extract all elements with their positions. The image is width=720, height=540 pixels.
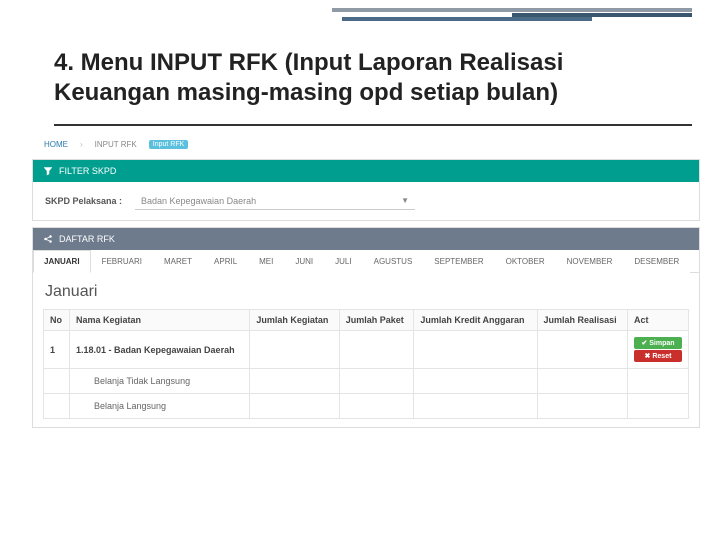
col-real: Jumlah Realisasi bbox=[537, 310, 627, 331]
col-paket: Jumlah Paket bbox=[339, 310, 414, 331]
input-kredit[interactable] bbox=[420, 374, 530, 388]
col-act: Act bbox=[628, 310, 689, 331]
tab-januari[interactable]: JANUARI bbox=[33, 250, 91, 273]
cell-no bbox=[44, 394, 70, 419]
active-month-title: Januari bbox=[43, 273, 689, 309]
cell-input bbox=[250, 394, 339, 419]
app-screenshot: HOME › INPUT RFK Input RFK FILTER SKPD S… bbox=[32, 136, 700, 428]
filter-icon bbox=[43, 166, 53, 176]
cell-input bbox=[414, 394, 537, 419]
tab-mei[interactable]: MEI bbox=[248, 250, 284, 273]
tab-oktober[interactable]: OKTOBER bbox=[495, 250, 556, 273]
month-tabs: JANUARI FEBRUARI MARET APRIL MEI JUNI JU… bbox=[33, 250, 699, 273]
cell-input bbox=[250, 369, 339, 394]
tab-september[interactable]: SEPTEMBER bbox=[423, 250, 494, 273]
cell-no: 1 bbox=[44, 331, 70, 369]
input-kredit[interactable] bbox=[420, 399, 530, 413]
share-icon bbox=[43, 234, 53, 244]
cell-act: ✔ Simpan ✖ Reset bbox=[628, 331, 689, 369]
col-kredit: Jumlah Kredit Anggaran bbox=[414, 310, 537, 331]
cell-input bbox=[339, 369, 414, 394]
tab-juli[interactable]: JULI bbox=[324, 250, 362, 273]
input-paket[interactable] bbox=[346, 374, 408, 388]
slide-decoration bbox=[292, 8, 692, 21]
cell-jmlkeg bbox=[250, 331, 339, 369]
crumb-badge: Input RFK bbox=[149, 140, 189, 149]
cell-input bbox=[339, 394, 414, 419]
table-header-row: No Nama Kegiatan Jumlah Kegiatan Jumlah … bbox=[44, 310, 689, 331]
col-jmlkeg: Jumlah Kegiatan bbox=[250, 310, 339, 331]
filter-panel: FILTER SKPD SKPD Pelaksana : Badan Kepeg… bbox=[32, 159, 700, 221]
col-nama: Nama Kegiatan bbox=[70, 310, 250, 331]
crumb-sep: › bbox=[80, 140, 83, 149]
reset-button[interactable]: ✖ Reset bbox=[634, 350, 682, 362]
tab-februari[interactable]: FEBRUARI bbox=[91, 250, 153, 273]
breadcrumb: HOME › INPUT RFK Input RFK bbox=[32, 136, 700, 153]
table-row: 1 1.18.01 - Badan Kepegawaian Daerah ✔ S… bbox=[44, 331, 689, 369]
table-row: Belanja Langsung bbox=[44, 394, 689, 419]
title-rule bbox=[54, 124, 692, 126]
tab-desember[interactable]: DESEMBER bbox=[623, 250, 690, 273]
cell-input bbox=[414, 369, 537, 394]
col-no: No bbox=[44, 310, 70, 331]
cell-no bbox=[44, 369, 70, 394]
tab-maret[interactable]: MARET bbox=[153, 250, 203, 273]
tab-november[interactable]: NOVEMBER bbox=[556, 250, 624, 273]
list-panel-head: DAFTAR RFK bbox=[33, 228, 699, 250]
cell-input bbox=[537, 369, 627, 394]
skpd-select-value: Badan Kepegawaian Daerah bbox=[141, 196, 256, 206]
crumb-page: INPUT RFK bbox=[89, 138, 143, 151]
input-jmlkeg[interactable] bbox=[256, 374, 332, 388]
skpd-select[interactable]: Badan Kepegawaian Daerah ▼ bbox=[135, 192, 415, 210]
cell-input bbox=[537, 394, 627, 419]
cell-sub2: Belanja Langsung bbox=[70, 394, 250, 419]
crumb-home[interactable]: HOME bbox=[38, 138, 74, 151]
tab-juni[interactable]: JUNI bbox=[284, 250, 324, 273]
list-panel-title: DAFTAR RFK bbox=[59, 234, 115, 244]
list-panel: DAFTAR RFK JANUARI FEBRUARI MARET APRIL … bbox=[32, 227, 700, 428]
chevron-down-icon: ▼ bbox=[401, 196, 409, 205]
input-real[interactable] bbox=[544, 399, 621, 413]
cell-act bbox=[628, 369, 689, 394]
cell-act bbox=[628, 394, 689, 419]
rfk-table: No Nama Kegiatan Jumlah Kegiatan Jumlah … bbox=[43, 309, 689, 419]
cell-paket bbox=[339, 331, 414, 369]
cell-sub1: Belanja Tidak Langsung bbox=[70, 369, 250, 394]
save-button[interactable]: ✔ Simpan bbox=[634, 337, 682, 349]
input-real[interactable] bbox=[544, 374, 621, 388]
cell-real bbox=[537, 331, 627, 369]
table-row: Belanja Tidak Langsung bbox=[44, 369, 689, 394]
cell-kredit bbox=[414, 331, 537, 369]
filter-panel-title: FILTER SKPD bbox=[59, 166, 116, 176]
tab-april[interactable]: APRIL bbox=[203, 250, 248, 273]
input-jmlkeg[interactable] bbox=[256, 399, 332, 413]
cell-nama: 1.18.01 - Badan Kepegawaian Daerah bbox=[70, 331, 250, 369]
input-paket[interactable] bbox=[346, 399, 408, 413]
tab-agustus[interactable]: AGUSTUS bbox=[363, 250, 424, 273]
filter-panel-head: FILTER SKPD bbox=[33, 160, 699, 182]
skpd-label: SKPD Pelaksana : bbox=[45, 196, 125, 206]
